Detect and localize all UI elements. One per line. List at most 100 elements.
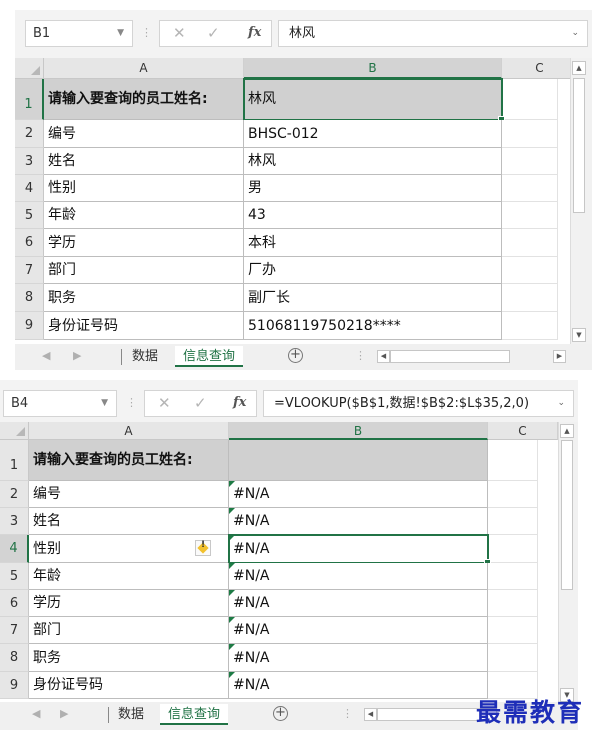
row-header-8[interactable]: 8 bbox=[15, 284, 44, 312]
row-header-6[interactable]: 6 bbox=[0, 590, 29, 617]
vertical-scrollbar[interactable]: ▲ ▼ bbox=[570, 58, 592, 346]
column-header-a[interactable]: A bbox=[29, 422, 229, 440]
chevron-down-icon[interactable]: ⌄ bbox=[571, 21, 579, 46]
formula-input[interactable]: 林风 ⌄ bbox=[278, 20, 588, 47]
cell-a9[interactable]: 身份证号码 bbox=[44, 312, 244, 340]
add-sheet-icon[interactable]: + bbox=[288, 348, 303, 363]
row-header-7[interactable]: 7 bbox=[0, 617, 29, 644]
cell-c9[interactable] bbox=[502, 312, 558, 340]
cell-b6[interactable]: 本科 bbox=[244, 229, 502, 257]
cell-c7[interactable] bbox=[488, 617, 538, 644]
cell-c4[interactable] bbox=[502, 175, 558, 202]
tab-data[interactable]: 数据 bbox=[110, 704, 152, 725]
cell-a6[interactable]: 学历 bbox=[29, 590, 229, 617]
name-box[interactable]: B1 ▼ bbox=[25, 20, 133, 47]
cell-a5[interactable]: 年龄 bbox=[44, 202, 244, 229]
cell-a5[interactable]: 年龄 bbox=[29, 563, 229, 590]
row-header-9[interactable]: 9 bbox=[15, 312, 44, 340]
row-header-3[interactable]: 3 bbox=[15, 148, 44, 175]
scroll-left-icon[interactable]: ◀ bbox=[364, 708, 377, 721]
formula-input[interactable]: =VLOOKUP($B$1,数据!$B$2:$L$35,2,0) ⌄ bbox=[263, 390, 574, 417]
add-sheet-icon[interactable]: + bbox=[273, 706, 288, 721]
cell-b2[interactable]: BHSC-012 bbox=[244, 120, 502, 148]
cell-a7[interactable]: 部门 bbox=[29, 617, 229, 644]
row-header-9[interactable]: 9 bbox=[0, 672, 29, 699]
name-box[interactable]: B4 ▼ bbox=[3, 390, 117, 417]
confirm-icon[interactable]: ✓ bbox=[194, 394, 207, 412]
prev-sheet-icon[interactable]: ◀ bbox=[42, 349, 50, 362]
tab-info-query[interactable]: 信息查询 bbox=[175, 346, 244, 367]
column-header-c[interactable]: C bbox=[502, 58, 578, 79]
fx-icon[interactable]: fx bbox=[248, 25, 261, 40]
cell-b1[interactable]: 林风 bbox=[244, 79, 502, 120]
cell-b8[interactable]: 副厂长 bbox=[244, 284, 502, 312]
row-header-5[interactable]: 5 bbox=[0, 563, 29, 590]
cell-c1[interactable] bbox=[502, 79, 558, 120]
cancel-icon[interactable]: ✕ bbox=[173, 24, 186, 42]
row-header-8[interactable]: 8 bbox=[0, 644, 29, 672]
row-header-4[interactable]: 4 bbox=[0, 535, 29, 563]
cell-b9[interactable]: #N/A bbox=[229, 672, 488, 699]
cell-c8[interactable] bbox=[502, 284, 558, 312]
scroll-right-icon[interactable]: ▶ bbox=[553, 350, 566, 363]
cell-a3[interactable]: 姓名 bbox=[44, 148, 244, 175]
row-header-2[interactable]: 2 bbox=[0, 481, 29, 508]
cell-a1[interactable]: 请输入要查询的员工姓名: bbox=[44, 79, 244, 120]
cell-a8[interactable]: 职务 bbox=[29, 644, 229, 672]
column-header-a[interactable]: A bbox=[44, 58, 244, 79]
row-header-2[interactable]: 2 bbox=[15, 120, 44, 148]
cell-c1[interactable] bbox=[488, 440, 538, 481]
cell-a8[interactable]: 职务 bbox=[44, 284, 244, 312]
row-header-3[interactable]: 3 bbox=[0, 508, 29, 535]
tab-data[interactable]: 数据 bbox=[124, 346, 166, 367]
row-header-4[interactable]: 4 bbox=[15, 175, 44, 202]
chevron-down-icon[interactable]: ⌄ bbox=[557, 391, 565, 416]
row-header-1[interactable]: 1 bbox=[15, 79, 44, 120]
cell-b2[interactable]: #N/A bbox=[229, 481, 488, 508]
cell-a9[interactable]: 身份证号码 bbox=[29, 672, 229, 699]
cell-b7[interactable]: 厂办 bbox=[244, 257, 502, 284]
scroll-left-icon[interactable]: ◀ bbox=[377, 350, 390, 363]
cell-b8[interactable]: #N/A bbox=[229, 644, 488, 672]
confirm-icon[interactable]: ✓ bbox=[207, 24, 220, 42]
cell-b1[interactable] bbox=[229, 440, 488, 481]
chevron-down-icon[interactable]: ▼ bbox=[117, 21, 124, 46]
cell-b7[interactable]: #N/A bbox=[229, 617, 488, 644]
cell-b6[interactable]: #N/A bbox=[229, 590, 488, 617]
scroll-up-icon[interactable]: ▲ bbox=[560, 424, 574, 438]
select-all-corner[interactable] bbox=[0, 422, 29, 440]
cell-c6[interactable] bbox=[488, 590, 538, 617]
scroll-thumb[interactable] bbox=[561, 440, 573, 590]
cell-b5[interactable]: #N/A bbox=[229, 563, 488, 590]
cell-c6[interactable] bbox=[502, 229, 558, 257]
cell-c5[interactable] bbox=[502, 202, 558, 229]
cell-c2[interactable] bbox=[502, 120, 558, 148]
cell-a1[interactable]: 请输入要查询的员工姓名: bbox=[29, 440, 229, 481]
cell-a6[interactable]: 学历 bbox=[44, 229, 244, 257]
row-header-1[interactable]: 1 bbox=[0, 440, 29, 481]
scroll-thumb[interactable] bbox=[573, 78, 585, 213]
tab-info-query[interactable]: 信息查询 bbox=[160, 704, 229, 725]
cell-a3[interactable]: 姓名 bbox=[29, 508, 229, 535]
column-header-b[interactable]: B bbox=[244, 58, 502, 79]
cell-c3[interactable] bbox=[488, 508, 538, 535]
cell-c3[interactable] bbox=[502, 148, 558, 175]
cancel-icon[interactable]: ✕ bbox=[158, 394, 171, 412]
cell-c7[interactable] bbox=[502, 257, 558, 284]
cell-c2[interactable] bbox=[488, 481, 538, 508]
cell-a4[interactable]: 性别 bbox=[44, 175, 244, 202]
select-all-corner[interactable] bbox=[15, 58, 44, 79]
row-header-5[interactable]: 5 bbox=[15, 202, 44, 229]
scroll-down-icon[interactable]: ▼ bbox=[572, 328, 586, 342]
cell-b3[interactable]: 林风 bbox=[244, 148, 502, 175]
cell-b4[interactable]: #N/A bbox=[229, 535, 488, 563]
fx-icon[interactable]: fx bbox=[233, 395, 246, 410]
row-header-7[interactable]: 7 bbox=[15, 257, 44, 284]
warning-diamond-icon[interactable]: ! bbox=[195, 540, 211, 556]
column-header-b[interactable]: B bbox=[229, 422, 488, 440]
cell-a2[interactable]: 编号 bbox=[44, 120, 244, 148]
vertical-scrollbar[interactable]: ▲ ▼ bbox=[558, 422, 578, 704]
cell-b5[interactable]: 43 bbox=[244, 202, 502, 229]
cell-a7[interactable]: 部门 bbox=[44, 257, 244, 284]
cell-a2[interactable]: 编号 bbox=[29, 481, 229, 508]
